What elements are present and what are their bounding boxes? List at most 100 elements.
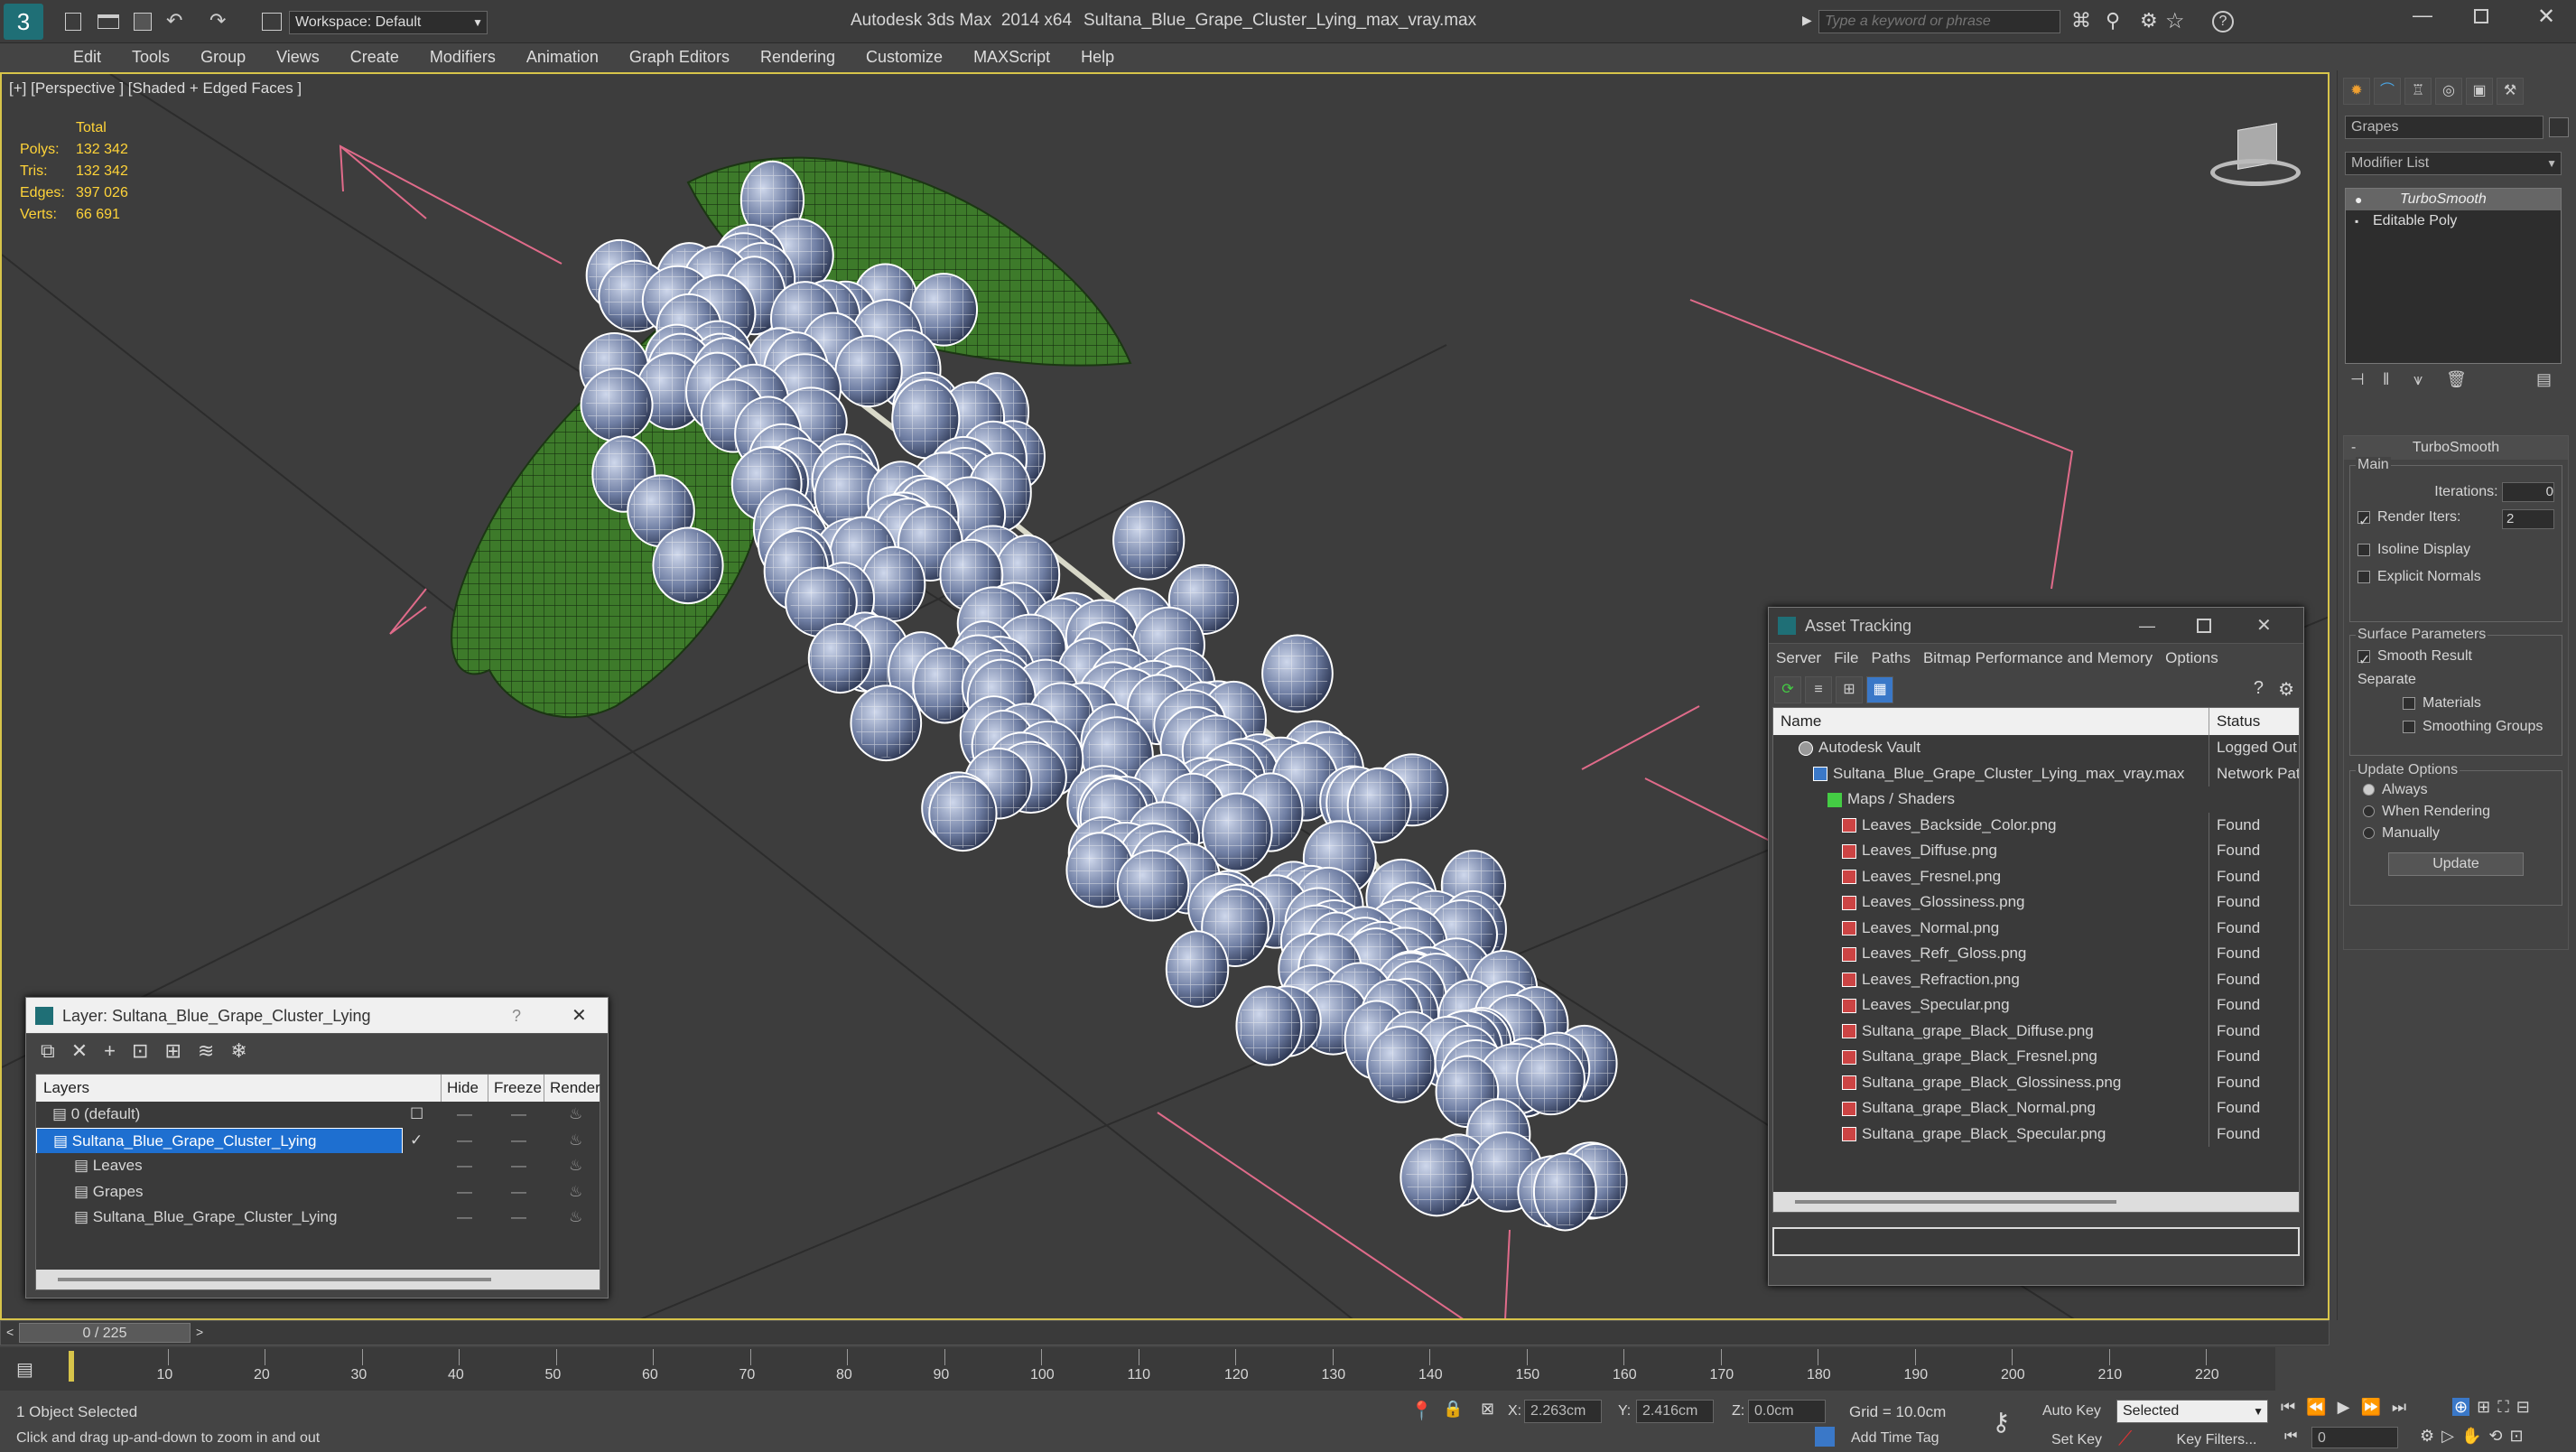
table-view-icon[interactable]: ▦: [1866, 676, 1893, 703]
help-icon[interactable]: ?: [2212, 11, 2234, 33]
field-of-view-icon[interactable]: ▷: [2441, 1427, 2454, 1445]
search-input[interactable]: [1818, 10, 2060, 33]
add-to-layer-icon[interactable]: +: [104, 1039, 116, 1062]
asset-horizontal-scrollbar[interactable]: [1773, 1192, 2299, 1212]
menu-tools[interactable]: Tools: [116, 43, 185, 70]
hierarchy-tab-icon[interactable]: ♖: [2404, 78, 2432, 105]
menu-customize[interactable]: Customize: [851, 43, 958, 70]
delete-layer-icon[interactable]: ✕: [71, 1039, 88, 1062]
hide-toggle[interactable]: —: [457, 1205, 472, 1231]
close-icon[interactable]: ✕: [572, 998, 587, 1034]
asset-row[interactable]: Leaves_Specular.png Found: [1773, 992, 2299, 1019]
y-coordinate-field[interactable]: 2.416cm: [1636, 1400, 1714, 1423]
highlight-layer-icon[interactable]: ⊞: [164, 1039, 181, 1062]
x-coordinate-field[interactable]: 2.263cm: [1524, 1400, 1602, 1423]
asset-row[interactable]: Sultana_grape_Black_Fresnel.png Found: [1773, 1044, 2299, 1070]
current-layer-checkbox[interactable]: ☐: [410, 1102, 423, 1128]
save-file-icon[interactable]: [134, 13, 152, 31]
layer-row[interactable]: ▤ Grapes — — ♨: [36, 1179, 600, 1205]
asset-row[interactable]: Sultana_grape_Black_Specular.png Found: [1773, 1121, 2299, 1147]
select-objects-icon[interactable]: ⊡: [132, 1039, 148, 1062]
new-file-icon[interactable]: [65, 13, 81, 31]
viewport-label[interactable]: [+] [Perspective ] [Shaded + Edged Faces…: [9, 79, 302, 98]
transform-mode-icon[interactable]: ⊠: [1481, 1400, 1494, 1419]
current-layer-check-icon[interactable]: ✓: [410, 1128, 423, 1154]
col-freeze-header[interactable]: Freeze: [488, 1075, 542, 1102]
menu-views[interactable]: Views: [261, 43, 335, 70]
col-status-header[interactable]: Status: [2209, 708, 2260, 735]
freeze-toggle[interactable]: —: [511, 1205, 526, 1231]
freeze-toggle[interactable]: —: [511, 1153, 526, 1179]
menu-modifiers[interactable]: Modifiers: [414, 43, 511, 70]
lightbulb-icon[interactable]: ●: [2355, 189, 2362, 210]
at-menu-paths[interactable]: Paths: [1871, 649, 1910, 666]
time-config-icon[interactable]: ⚙: [2420, 1427, 2434, 1445]
orbit-icon[interactable]: ⟲: [2488, 1427, 2502, 1445]
menu-group[interactable]: Group: [185, 43, 261, 70]
asset-row[interactable]: Sultana_Blue_Grape_Cluster_Lying_max_vra…: [1773, 760, 2299, 786]
asset-row[interactable]: Sultana_grape_Black_Normal.png Found: [1773, 1095, 2299, 1122]
search-arrow-icon[interactable]: ▶: [1802, 13, 1812, 28]
layer-horizontal-scrollbar[interactable]: [36, 1270, 600, 1289]
col-layers-header[interactable]: Layers: [43, 1075, 89, 1102]
time-slider-thumb[interactable]: 0 / 225: [19, 1323, 191, 1343]
layer-row[interactable]: ▤ Leaves — — ♨: [36, 1153, 600, 1179]
asset-row[interactable]: Leaves_Backside_Color.png Found: [1773, 812, 2299, 838]
selection-set-dropdown[interactable]: Selected ▼: [2116, 1400, 2268, 1423]
hide-toggle[interactable]: —: [457, 1102, 472, 1128]
workspace-dropdown[interactable]: Workspace: Default ▼: [289, 11, 488, 34]
next-key-icon[interactable]: ⏩: [2360, 1398, 2380, 1416]
render-iters-spinner[interactable]: 2: [2502, 509, 2554, 529]
menu-help[interactable]: Help: [1065, 43, 1130, 70]
zoom-icon[interactable]: ⊕: [2452, 1398, 2470, 1416]
subscription-icon[interactable]: ⚙: [2140, 9, 2158, 33]
asset-row[interactable]: Leaves_Refr_Gloss.png Found: [1773, 941, 2299, 967]
modify-tab-icon[interactable]: ⌒: [2374, 78, 2401, 105]
maximize-icon[interactable]: [2474, 9, 2488, 23]
asset-row[interactable]: Leaves_Glossiness.png Found: [1773, 889, 2299, 916]
asset-row[interactable]: Leaves_Diffuse.png Found: [1773, 838, 2299, 864]
smoothing-groups-checkbox[interactable]: [2403, 720, 2415, 733]
track-bar[interactable]: ▤ 10 20 30 40 50 60 70 80 90 100 110 120 130 140 150 16…: [0, 1347, 2275, 1391]
add-time-tag-icon[interactable]: [1815, 1427, 1835, 1447]
stack-item-turbosmooth[interactable]: ● TurboSmooth: [2346, 189, 2561, 210]
key-mode-icon[interactable]: ⏮: [2284, 1429, 2297, 1445]
zoom-extents-icon[interactable]: ⛶: [2497, 1398, 2509, 1416]
explicit-normals-checkbox[interactable]: [2357, 570, 2370, 583]
asset-row[interactable]: Sultana_grape_Black_Diffuse.png Found: [1773, 1018, 2299, 1044]
layer-row[interactable]: ▤ Sultana_Blue_Grape_Cluster_Lying — — ♨: [36, 1205, 600, 1231]
app-logo-icon[interactable]: 3: [4, 4, 43, 40]
communication-center-icon[interactable]: ⚲: [2106, 9, 2120, 33]
asset-tracking-titlebar[interactable]: Asset Tracking — ✕: [1769, 608, 2303, 644]
maximize-icon[interactable]: [2197, 619, 2211, 633]
layer-window-titlebar[interactable]: Layer: Sultana_Blue_Grape_Cluster_Lying …: [26, 998, 608, 1034]
help-icon[interactable]: ?: [2254, 678, 2264, 699]
zoom-all-icon[interactable]: ⊞: [2477, 1398, 2490, 1416]
expand-icon[interactable]: ▪: [2355, 210, 2358, 232]
pan-icon[interactable]: ✋: [2461, 1427, 2481, 1445]
layer-row[interactable]: ▤ Sultana_Blue_Grape_Cluster_Lying ✓ — — ♨: [36, 1127, 600, 1154]
render-teapot-icon[interactable]: ♨: [569, 1128, 582, 1154]
project-folder-icon[interactable]: [262, 13, 282, 31]
hide-toggle[interactable]: —: [457, 1153, 472, 1179]
asset-path-field[interactable]: [1772, 1227, 2300, 1256]
object-color-swatch[interactable]: [2549, 117, 2569, 137]
menu-maxscript[interactable]: MAXScript: [958, 43, 1065, 70]
viewcube-icon[interactable]: [2205, 117, 2304, 199]
at-menu-file[interactable]: File: [1834, 649, 1858, 666]
asset-row[interactable]: Leaves_Refraction.png Found: [1773, 966, 2299, 992]
freeze-all-icon[interactable]: ❄: [230, 1039, 246, 1062]
play-icon[interactable]: ▶: [2338, 1398, 2350, 1416]
open-file-icon[interactable]: [98, 14, 119, 29]
prev-frame-icon[interactable]: <: [6, 1325, 14, 1339]
remove-modifier-icon[interactable]: 🗑: [2446, 370, 2467, 389]
col-name-header[interactable]: Name: [1781, 708, 1821, 735]
menu-rendering[interactable]: Rendering: [745, 43, 851, 70]
prev-key-icon[interactable]: ⏪: [2306, 1398, 2326, 1416]
minimize-icon[interactable]: —: [2413, 4, 2432, 27]
asset-row[interactable]: Leaves_Fresnel.png Found: [1773, 863, 2299, 889]
create-tab-sun-icon[interactable]: ✹: [2343, 78, 2370, 105]
col-render-header[interactable]: Render: [544, 1075, 600, 1102]
at-menu-server[interactable]: Server: [1776, 649, 1821, 666]
freeze-toggle[interactable]: —: [511, 1102, 526, 1128]
